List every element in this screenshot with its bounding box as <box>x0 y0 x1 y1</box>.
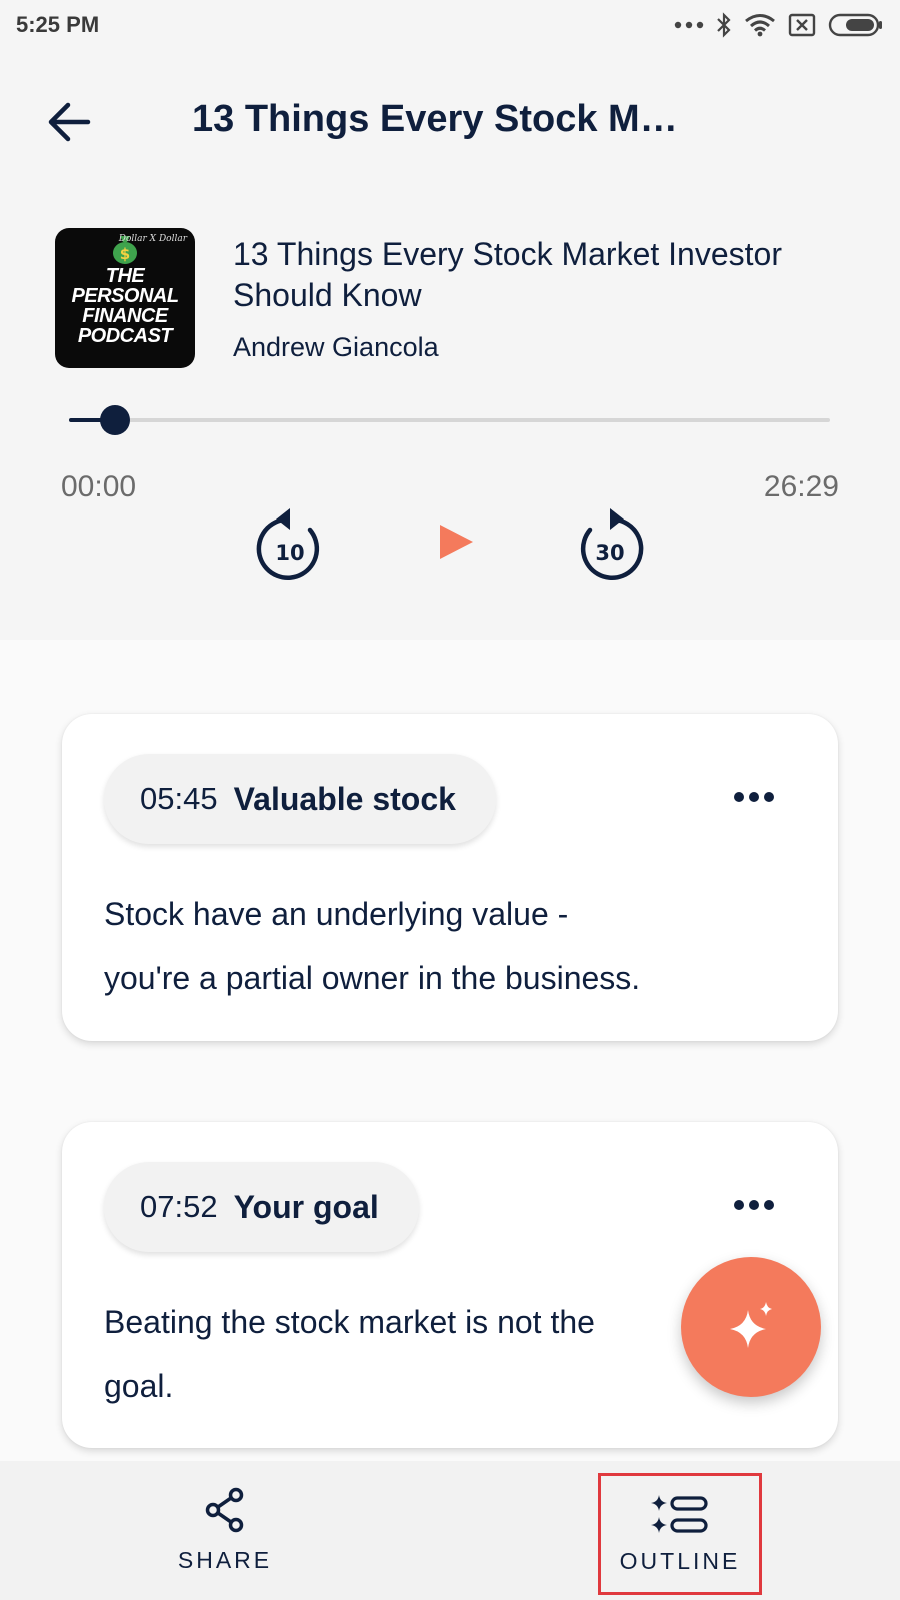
status-bar: 5:25 PM <box>0 0 900 50</box>
chip-label: Valuable stock <box>233 780 456 817</box>
battery-icon <box>828 12 884 38</box>
more-horizontal-icon <box>734 792 774 802</box>
podcast-cover: $ Dollar X Dollar THE PERSONAL FINANCE P… <box>55 228 195 368</box>
play-icon <box>440 525 473 559</box>
outline-sparkle-list-icon <box>651 1495 708 1533</box>
cover-text: THE PERSONAL FINANCE PODCAST <box>71 265 179 347</box>
share-tab[interactable]: SHARE <box>150 1461 300 1600</box>
highlight-card: 05:45 Valuable stock Stock have an under… <box>62 714 838 1041</box>
svg-text:30: 30 <box>595 541 624 565</box>
share-icon <box>205 1487 244 1533</box>
status-time: 5:25 PM <box>16 12 100 37</box>
svg-text:$: $ <box>120 245 130 263</box>
bottom-navigation: SHARE OUTLINE <box>0 1461 900 1600</box>
forward-30-button[interactable]: 30 <box>574 502 646 582</box>
more-dots-icon <box>674 20 704 30</box>
no-sim-icon <box>788 13 816 37</box>
back-button[interactable] <box>44 96 96 148</box>
wifi-icon <box>744 13 776 37</box>
progress-thumb[interactable] <box>99 405 130 435</box>
outline-tab[interactable]: OUTLINE <box>598 1473 762 1595</box>
timestamp-chip[interactable]: 07:52 Your goal <box>104 1162 419 1252</box>
current-time: 00:00 <box>61 470 137 503</box>
sparkle-icon <box>730 1302 772 1348</box>
episode-title: 13 Things Every Stock Market Investor Sh… <box>233 236 782 313</box>
play-button[interactable] <box>436 522 476 562</box>
page-title: 13 Things Every Stock M… <box>192 98 678 140</box>
ai-sparkle-button[interactable] <box>681 1257 821 1397</box>
chip-label: Your goal <box>233 1188 379 1225</box>
rewind-10-button[interactable]: 10 <box>254 502 326 582</box>
share-label: SHARE <box>177 1547 273 1573</box>
highlight-text: Stock have an underlying value - you're … <box>104 896 641 996</box>
status-icons <box>674 12 884 38</box>
rewind-10-icon: 10 <box>256 508 320 580</box>
bluetooth-icon <box>716 12 732 38</box>
chip-time: 05:45 <box>140 781 218 816</box>
progress-slider[interactable] <box>69 405 830 435</box>
more-options-button[interactable] <box>732 1190 776 1220</box>
arrow-left-icon <box>48 102 91 142</box>
total-time: 26:29 <box>763 470 839 503</box>
chip-time: 07:52 <box>140 1189 218 1224</box>
more-options-button[interactable] <box>732 782 776 812</box>
outline-label: OUTLINE <box>619 1548 741 1574</box>
timestamp-chip[interactable]: 05:45 Valuable stock <box>104 754 496 844</box>
cover-brand: Dollar X Dollar <box>118 234 187 244</box>
more-horizontal-icon <box>734 1200 774 1210</box>
highlight-text: Beating the stock market is not the goal… <box>104 1304 595 1404</box>
svg-text:10: 10 <box>275 541 304 565</box>
player-section: 13 Things Every Stock M… $ Dollar X Doll… <box>0 50 900 640</box>
forward-30-icon: 30 <box>580 508 644 580</box>
episode-author: Andrew Giancola <box>233 332 439 362</box>
